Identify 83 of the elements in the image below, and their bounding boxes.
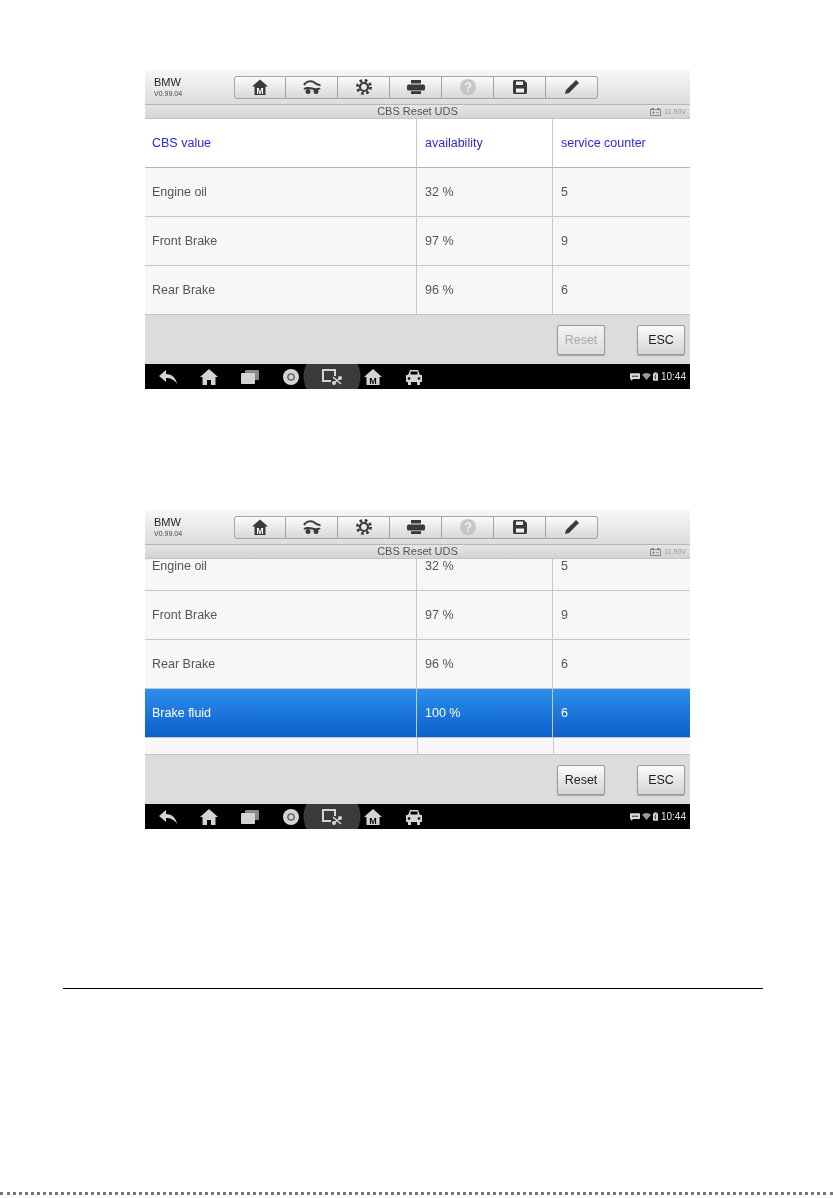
car-icon: [302, 520, 321, 534]
wifi-icon: [641, 373, 651, 380]
home-button[interactable]: M: [234, 515, 286, 539]
table-row[interactable]: Front Brake 97 % 9: [145, 217, 690, 266]
battery-icon: [652, 812, 658, 821]
car-battery-icon: [650, 547, 662, 556]
screenshot-icon[interactable]: [302, 364, 361, 389]
table-cell: Rear Brake: [145, 640, 417, 688]
table-cell: 97 %: [417, 217, 553, 265]
wifi-icon: [641, 813, 651, 820]
vehicle-button[interactable]: [286, 75, 338, 99]
column-header: availability: [417, 119, 553, 167]
table-cell: Engine oil: [145, 168, 417, 216]
table-cell: 32 %: [417, 559, 553, 590]
save-button[interactable]: [494, 75, 546, 99]
table-cell: 96 %: [417, 640, 553, 688]
table-cell-text: 9: [560, 233, 569, 250]
table-cell: Engine oil: [145, 559, 417, 590]
help-icon: [459, 79, 476, 95]
table-row[interactable]: Front Brake 97 % 9: [145, 591, 690, 640]
message-icon: [629, 812, 640, 821]
printer-icon: [406, 520, 425, 534]
browser-icon[interactable]: [282, 808, 299, 825]
table-cell: 100 %: [417, 689, 553, 737]
table-cell: Front Brake: [145, 591, 417, 639]
print-button[interactable]: [390, 75, 442, 99]
pen-icon: [564, 520, 579, 534]
table-cell-text: 6: [560, 656, 569, 673]
screenshot-icon[interactable]: [302, 804, 361, 829]
table-cell: 32 %: [417, 168, 553, 216]
printer-icon: [406, 80, 425, 94]
table-row[interactable]: Engine oil 32 % 5: [145, 559, 690, 591]
settings-button[interactable]: [338, 515, 390, 539]
table-cell-text: 5: [560, 184, 569, 201]
column-header: CBS value: [145, 119, 417, 167]
edit-button[interactable]: [546, 75, 598, 99]
recent-apps-icon[interactable]: [240, 369, 259, 384]
settings-icon: [355, 519, 372, 535]
clock-time: 10:44: [660, 810, 686, 823]
table-cell-text: 6: [560, 705, 569, 722]
home-icon[interactable]: [199, 808, 218, 825]
table-cell-text: 5: [560, 559, 569, 575]
column-header: service counter: [560, 135, 647, 152]
house-icon[interactable]: M: [363, 368, 382, 385]
settings-button[interactable]: [338, 75, 390, 99]
screen-title: CBS Reset UDS: [377, 545, 458, 558]
table-cell: 97 %: [417, 591, 553, 639]
app-name: BMW: [154, 76, 181, 88]
home-icon[interactable]: [199, 368, 218, 385]
save-button[interactable]: [494, 515, 546, 539]
action-button[interactable]: ESC: [637, 764, 685, 795]
house-icon: M: [252, 79, 268, 95]
back-icon[interactable]: [158, 369, 177, 384]
recent-apps-icon[interactable]: [240, 809, 259, 824]
action-button[interactable]: Reset: [557, 764, 605, 795]
browser-icon[interactable]: [282, 368, 299, 385]
car-icon[interactable]: [404, 368, 423, 385]
vehicle-button[interactable]: [286, 515, 338, 539]
table-cell-text: 9: [560, 607, 569, 624]
table-row[interactable]: Rear Brake 96 % 6: [145, 640, 690, 689]
message-icon: [629, 372, 640, 381]
action-button[interactable]: ESC: [637, 324, 685, 355]
table-row[interactable]: Brake fluid 100 % 6: [145, 689, 690, 738]
car-battery-icon: [650, 107, 662, 116]
house-icon: M: [252, 519, 268, 535]
help-icon: [459, 519, 476, 535]
print-button[interactable]: [390, 515, 442, 539]
car-icon[interactable]: [404, 808, 423, 825]
table-cell: Front Brake: [145, 217, 417, 265]
table-row[interactable]: Engine oil 32 % 5: [145, 168, 690, 217]
table-cell-text: 6: [560, 282, 569, 299]
home-button[interactable]: M: [234, 75, 286, 99]
pen-icon: [564, 80, 579, 94]
car-icon: [302, 80, 321, 94]
screen-title: CBS Reset UDS: [377, 105, 458, 118]
back-icon[interactable]: [158, 809, 177, 824]
table-cell: Brake fluid: [145, 689, 417, 737]
app-name: BMW: [154, 516, 181, 528]
battery-icon: [652, 372, 658, 381]
edit-button[interactable]: [546, 515, 598, 539]
clock-time: 10:44: [660, 370, 686, 383]
house-icon[interactable]: M: [363, 808, 382, 825]
settings-icon: [355, 79, 372, 95]
